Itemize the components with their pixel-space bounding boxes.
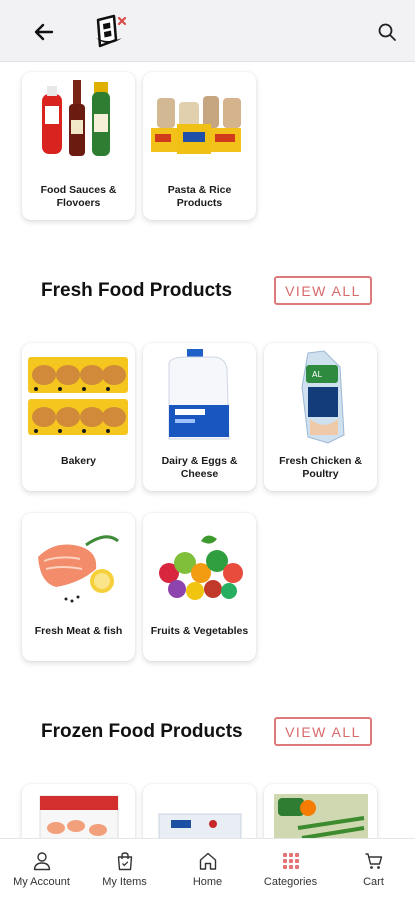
nav-label: My Items bbox=[102, 876, 147, 888]
product-image bbox=[42, 80, 110, 156]
category-card-chicken[interactable]: AL Fresh Chicken & Poultry bbox=[264, 343, 377, 491]
category-card-frozen-1[interactable] bbox=[22, 784, 135, 838]
product-image bbox=[28, 357, 128, 435]
product-image bbox=[159, 535, 243, 600]
view-all-button[interactable]: VIEW ALL bbox=[274, 276, 372, 305]
product-image bbox=[274, 794, 368, 838]
nav-my-account[interactable]: My Account bbox=[0, 839, 83, 900]
category-card-fruits-vegetables[interactable]: Fruits & Vegetables bbox=[143, 513, 256, 661]
product-image bbox=[168, 349, 230, 440]
category-label: Dairy & Eggs & Cheese bbox=[161, 455, 238, 480]
category-label: Fruits & Vegetables bbox=[150, 625, 249, 637]
section-header-fresh-food: Fresh Food Products VIEW ALL bbox=[0, 272, 415, 308]
grid-icon bbox=[282, 853, 299, 869]
user-icon bbox=[33, 852, 50, 871]
category-card-food-sauces[interactable]: Food Sauces & Flovoers bbox=[22, 72, 135, 220]
nav-label: Categories bbox=[263, 876, 318, 888]
nav-label: Cart bbox=[363, 876, 384, 888]
category-card-meat-fish[interactable]: Fresh Meat & fish bbox=[22, 513, 135, 661]
frozen-food-row-1 bbox=[22, 784, 377, 838]
nav-label: My Account bbox=[13, 876, 70, 888]
fresh-food-row-2: Fresh Meat & fish Fruits & Vegetables bbox=[22, 513, 256, 661]
top-category-row: Food Sauces & Flovoers Pasta & Rice Prod… bbox=[22, 72, 256, 220]
nav-home[interactable]: Home bbox=[166, 839, 249, 900]
cart-icon bbox=[365, 853, 382, 869]
nav-label: Home bbox=[192, 876, 223, 888]
nav-cart[interactable]: Cart bbox=[332, 839, 415, 900]
bag-icon bbox=[117, 852, 132, 871]
category-label: Pasta & Rice Products bbox=[167, 184, 232, 209]
fresh-food-row-1: Bakery Dairy & Eggs & Cheese AL Fresh Ch… bbox=[22, 343, 377, 491]
category-label: Fresh Meat & fish bbox=[34, 625, 123, 637]
product-image bbox=[38, 535, 119, 603]
svg-text:AL: AL bbox=[312, 370, 322, 379]
nav-my-items[interactable]: My Items bbox=[83, 839, 166, 900]
arrow-left-icon[interactable] bbox=[30, 18, 58, 46]
bottom-navigation: My Account My Items Home Categories Cart bbox=[0, 838, 415, 900]
nav-categories[interactable]: Categories bbox=[249, 839, 332, 900]
category-label: Bakery bbox=[60, 455, 97, 467]
category-card-frozen-3[interactable] bbox=[264, 784, 377, 838]
category-card-pasta-rice[interactable]: Pasta & Rice Products bbox=[143, 72, 256, 220]
category-card-frozen-2[interactable] bbox=[143, 784, 256, 838]
section-title: Frozen Food Products bbox=[41, 721, 243, 742]
top-app-bar bbox=[0, 0, 415, 62]
category-card-bakery[interactable]: Bakery bbox=[22, 343, 135, 491]
home-icon bbox=[199, 852, 216, 870]
section-header-frozen-food: Frozen Food Products VIEW ALL bbox=[0, 713, 415, 749]
search-icon[interactable] bbox=[377, 22, 397, 42]
product-image bbox=[151, 96, 241, 154]
category-label: Fresh Chicken & Poultry bbox=[279, 455, 362, 480]
category-label: Food Sauces & Flovoers bbox=[40, 184, 117, 209]
category-card-dairy[interactable]: Dairy & Eggs & Cheese bbox=[143, 343, 256, 491]
scroll-content[interactable]: Food Sauces & Flovoers Pasta & Rice Prod… bbox=[0, 62, 415, 838]
product-image bbox=[158, 813, 242, 838]
store-logo-icon[interactable] bbox=[92, 14, 128, 50]
product-image: AL bbox=[301, 350, 345, 444]
product-image bbox=[39, 795, 119, 838]
view-all-button[interactable]: VIEW ALL bbox=[274, 717, 372, 746]
section-title: Fresh Food Products bbox=[41, 280, 233, 301]
